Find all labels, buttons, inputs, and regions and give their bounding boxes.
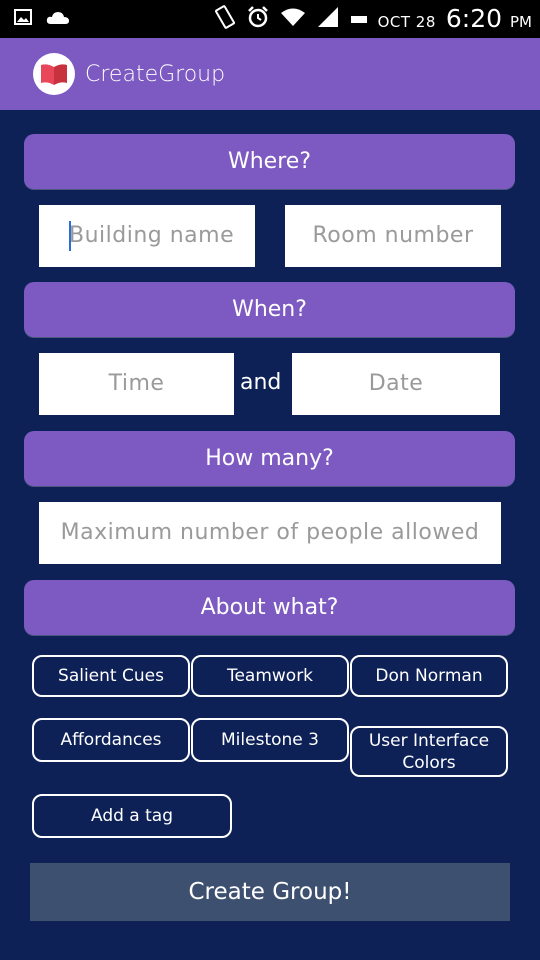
max-people-input[interactable]: Maximum number of people allowed <box>39 502 501 564</box>
status-date: OCT 28 <box>377 12 436 31</box>
status-time: 6:20 PM <box>445 4 532 33</box>
tag-affordances[interactable]: Affordances <box>32 718 190 762</box>
status-bar: OCT 28 6:20 PM <box>0 0 540 38</box>
tag-milestone-3[interactable]: Milestone 3 <box>191 718 349 762</box>
time-input[interactable]: Time <box>39 353 234 415</box>
image-icon <box>14 9 32 29</box>
cloud-icon <box>46 10 70 29</box>
date-input[interactable]: Date <box>292 353 500 415</box>
when-header: When? <box>24 282 515 337</box>
building-name-input[interactable]: Building name <box>39 205 255 267</box>
and-label: and <box>240 370 282 395</box>
create-group-button[interactable]: Create Group! <box>30 863 510 921</box>
how-many-header: How many? <box>24 431 515 486</box>
room-number-input[interactable]: Room number <box>285 205 501 267</box>
page-title: CreateGroup <box>85 62 226 87</box>
about-header: About what? <box>24 580 515 635</box>
tag-salient-cues[interactable]: Salient Cues <box>32 655 190 697</box>
text-cursor <box>69 221 71 251</box>
wifi-icon <box>280 7 306 31</box>
app-bar: CreateGroup <box>0 38 540 110</box>
tag-teamwork[interactable]: Teamwork <box>191 655 349 697</box>
add-tag-button[interactable]: Add a tag <box>32 794 232 838</box>
tag-user-interface-colors[interactable]: User Interface Colors <box>350 726 508 777</box>
where-header: Where? <box>24 134 515 189</box>
alarm-icon <box>246 5 270 33</box>
battery-icon <box>350 9 368 28</box>
vibrate-icon <box>214 4 236 33</box>
book-logo-icon <box>33 53 75 95</box>
tag-don-norman[interactable]: Don Norman <box>350 655 508 697</box>
signal-icon <box>316 6 340 32</box>
